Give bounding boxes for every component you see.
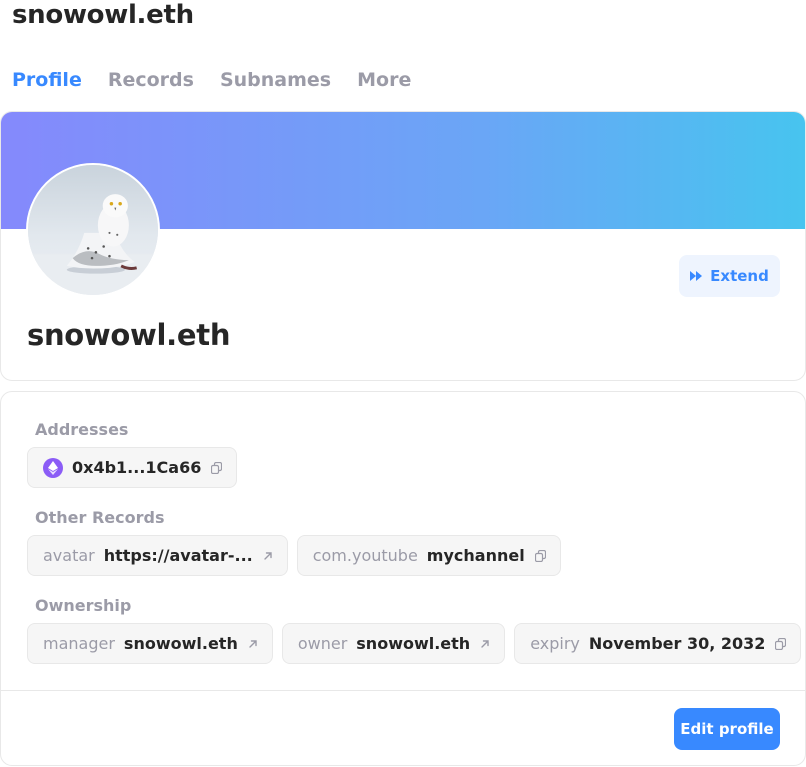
address-chip[interactable]: 0x4b1...1Ca66 bbox=[27, 447, 238, 488]
tab-profile[interactable]: Profile bbox=[12, 69, 82, 91]
record-key: owner bbox=[297, 634, 348, 653]
records-card: Addresses 0x4b1...1Ca66 Other Records av… bbox=[0, 391, 806, 766]
record-key: com.youtube bbox=[312, 546, 418, 565]
tab-subnames[interactable]: Subnames bbox=[220, 69, 331, 91]
copy-icon[interactable] bbox=[211, 461, 223, 474]
avatar-record-chip[interactable]: avatar https://avatar-... bbox=[27, 535, 288, 576]
owner-chip[interactable]: owner snowowl.eth bbox=[281, 623, 506, 664]
fast-forward-icon bbox=[690, 271, 703, 281]
other-records-label: Other Records bbox=[35, 508, 165, 527]
external-link-icon[interactable] bbox=[248, 639, 258, 649]
record-key: expiry bbox=[530, 634, 580, 653]
youtube-record-chip[interactable]: com.youtube mychannel bbox=[296, 535, 561, 576]
expiry-chip[interactable]: expiry November 30, 2032 bbox=[514, 623, 802, 664]
record-value: snowowl.eth bbox=[123, 634, 238, 653]
record-key: manager bbox=[43, 634, 115, 653]
addresses-label: Addresses bbox=[35, 420, 129, 439]
copy-icon[interactable] bbox=[534, 549, 546, 562]
profile-name: snowowl.eth bbox=[27, 318, 231, 352]
other-records-row: avatar https://avatar-... com.youtube my… bbox=[27, 535, 570, 576]
record-value: https://avatar-... bbox=[103, 546, 253, 565]
ownership-label: Ownership bbox=[35, 596, 132, 615]
tab-records[interactable]: Records bbox=[108, 69, 194, 91]
edit-profile-button[interactable]: Edit profile bbox=[674, 708, 780, 750]
extend-button[interactable]: Extend bbox=[679, 255, 780, 297]
external-link-icon[interactable] bbox=[480, 639, 490, 649]
copy-icon[interactable] bbox=[775, 637, 787, 650]
snowy-owl-avatar-image bbox=[28, 165, 158, 295]
tab-more[interactable]: More bbox=[357, 69, 411, 91]
manager-chip[interactable]: manager snowowl.eth bbox=[27, 623, 273, 664]
tab-bar: Profile Records Subnames More bbox=[12, 69, 437, 91]
page-title: snowowl.eth bbox=[12, 0, 194, 30]
divider bbox=[1, 690, 805, 691]
external-link-icon[interactable] bbox=[263, 551, 273, 561]
avatar bbox=[26, 163, 160, 297]
record-key: avatar bbox=[43, 546, 95, 565]
ownership-row: manager snowowl.eth owner snowowl.eth ex… bbox=[27, 623, 806, 664]
address-value: 0x4b1...1Ca66 bbox=[72, 458, 202, 477]
record-value: November 30, 2032 bbox=[588, 634, 766, 653]
addresses-row: 0x4b1...1Ca66 bbox=[27, 447, 246, 488]
extend-label: Extend bbox=[710, 267, 769, 285]
profile-card: Extend snowowl.eth bbox=[0, 111, 806, 381]
record-value: snowowl.eth bbox=[356, 634, 471, 653]
ethereum-icon bbox=[43, 457, 63, 478]
record-value: mychannel bbox=[426, 546, 525, 565]
